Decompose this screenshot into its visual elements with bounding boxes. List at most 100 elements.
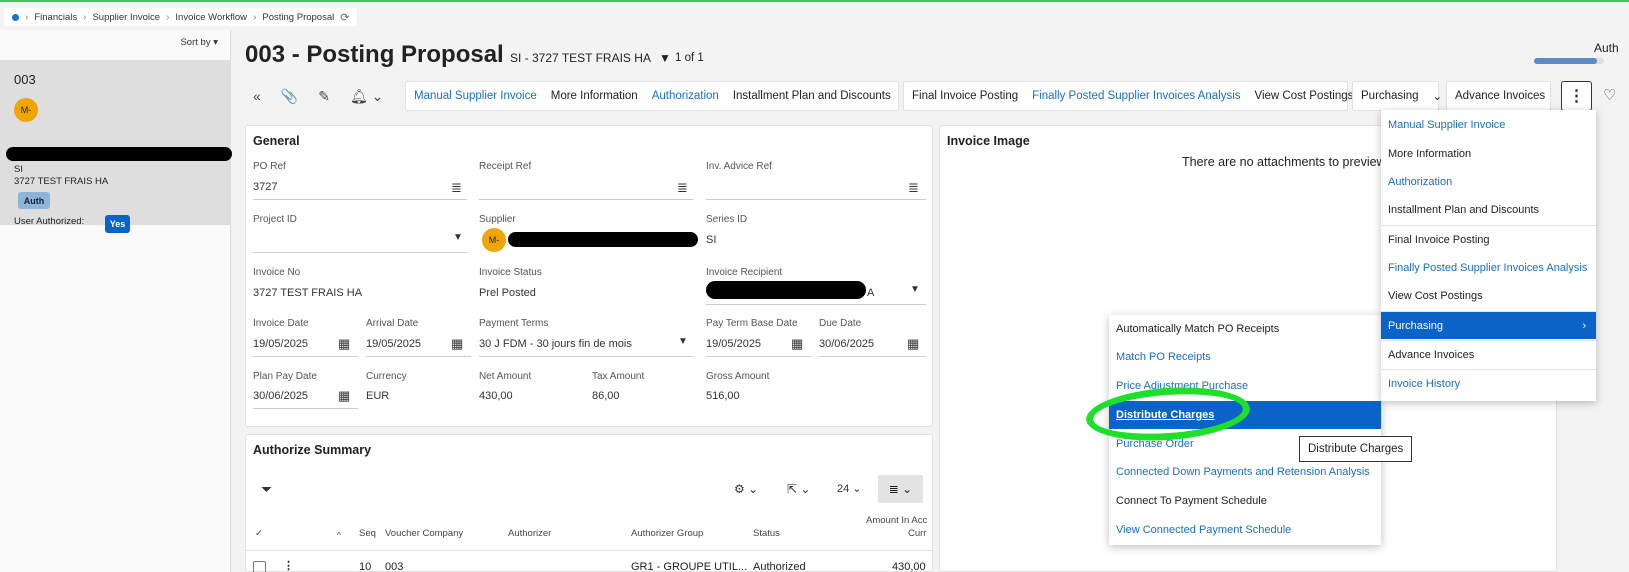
po-ref-value[interactable]: 3727 bbox=[253, 181, 277, 193]
finally-posted-analysis-button[interactable]: Finally Posted Supplier Invoices Analysi… bbox=[1032, 90, 1240, 102]
column-header[interactable]: Voucher Company bbox=[385, 528, 463, 539]
tooltip: Distribute Charges bbox=[1299, 436, 1413, 462]
column-header[interactable]: Status bbox=[753, 528, 780, 539]
caret-down-icon[interactable]: ▼ bbox=[678, 336, 688, 347]
authorization-button[interactable]: Authorization bbox=[652, 90, 719, 102]
menu-item-authorization[interactable]: Authorization bbox=[1381, 168, 1596, 196]
breadcrumb-item[interactable]: Supplier Invoice bbox=[92, 12, 160, 23]
sort-by-label: Sort by bbox=[180, 37, 211, 48]
purchasing-dropdown-button[interactable]: Purchasing ⌄ bbox=[1352, 81, 1442, 111]
invoice-status-value: Prel Posted bbox=[479, 287, 536, 299]
due-date-value: 30/06/2025 bbox=[819, 338, 875, 350]
row-checkbox[interactable] bbox=[253, 561, 266, 572]
menu-item-connect-payment-schedule[interactable]: Connect To Payment Schedule bbox=[1109, 487, 1381, 515]
list-icon[interactable]: ≣ bbox=[908, 180, 919, 196]
calendar-icon[interactable]: ▦ bbox=[791, 336, 803, 352]
calendar-icon[interactable]: ▦ bbox=[451, 336, 463, 352]
arrival-date-label: Arrival Date bbox=[366, 318, 419, 329]
plan-pay-date-value: 30/06/2025 bbox=[253, 390, 309, 402]
gear-icon[interactable]: ⚙ ⌄ bbox=[734, 482, 758, 496]
calendar-icon[interactable]: ▦ bbox=[338, 388, 350, 404]
pager: 1 of 1 bbox=[675, 52, 704, 64]
menu-item-advance-invoices[interactable]: Advance Invoices bbox=[1381, 340, 1596, 368]
bell-icon[interactable]: 🔔︎ ⌄ bbox=[350, 88, 383, 105]
select-all-checkbox[interactable]: ✓ bbox=[255, 528, 263, 539]
receipt-ref-field[interactable] bbox=[479, 176, 693, 200]
menu-item-view-cost-postings[interactable]: View Cost Postings bbox=[1381, 282, 1596, 310]
due-date-label: Due Date bbox=[819, 318, 862, 329]
menu-item-installment-plan[interactable]: Installment Plan and Discounts bbox=[1381, 196, 1596, 224]
menu-item-finally-posted-analysis[interactable]: Finally Posted Supplier Invoices Analysi… bbox=[1381, 254, 1596, 282]
caret-down-icon[interactable]: ▼ bbox=[910, 284, 920, 295]
attachment-icon[interactable]: 📎 bbox=[281, 88, 298, 105]
edit-icon[interactable]: ✎ bbox=[318, 88, 330, 105]
cell-voucher-company: 003 bbox=[385, 561, 404, 572]
icon-toolbar: « 📎 ✎ 🔔︎ ⌄ bbox=[245, 81, 397, 111]
invoice-recipient-label: Invoice Recipient bbox=[706, 267, 783, 278]
collapse-left-icon[interactable]: « bbox=[253, 88, 261, 104]
menu-item-final-invoice-posting[interactable]: Final Invoice Posting bbox=[1381, 225, 1596, 253]
column-header[interactable]: Authorizer Group bbox=[631, 528, 703, 539]
invoice-status-label: Invoice Status bbox=[479, 267, 542, 278]
final-invoice-posting-button[interactable]: Final Invoice Posting bbox=[912, 90, 1018, 102]
manual-supplier-invoice-button[interactable]: Manual Supplier Invoice bbox=[414, 90, 537, 102]
breadcrumb-item[interactable]: Invoice Workflow bbox=[175, 12, 247, 23]
refresh-icon[interactable]: ⟳ bbox=[340, 11, 349, 24]
payment-terms-value[interactable]: 30 J FDM - 30 jours fin de mois bbox=[479, 338, 632, 350]
export-icon[interactable]: ⇱ ⌄ bbox=[787, 482, 810, 496]
list-icon[interactable]: ≣ bbox=[451, 180, 462, 196]
list-icon[interactable]: ≣ bbox=[677, 180, 688, 196]
menu-item-auto-match-po-receipts[interactable]: Automatically Match PO Receipts bbox=[1109, 315, 1381, 343]
calendar-icon[interactable]: ▦ bbox=[338, 336, 350, 352]
column-header[interactable]: Amount In Acc bbox=[866, 515, 927, 526]
menu-item-view-connected-payment-schedule[interactable]: View Connected Payment Schedule bbox=[1109, 516, 1381, 544]
installment-plan-button[interactable]: Installment Plan and Discounts bbox=[733, 90, 891, 102]
cell-authorizer-group[interactable]: GR1 - GROUPE UTIL... bbox=[631, 561, 747, 572]
general-panel: General PO Ref 3727 ≣ Receipt Ref ≣ Inv.… bbox=[245, 125, 933, 427]
view-toggle-button[interactable]: ≣ ⌄ bbox=[878, 475, 923, 503]
user-authorized-badge: Yes bbox=[105, 215, 130, 233]
favorite-icon[interactable]: ♡ bbox=[1603, 86, 1616, 104]
menu-item-match-po-receipts[interactable]: Match PO Receipts bbox=[1109, 343, 1381, 371]
record-selector[interactable]: SI - 3727 TEST FRAIS HA ▼ bbox=[510, 51, 671, 65]
filter-icon[interactable]: ⏷ bbox=[261, 481, 272, 498]
avatar: M- bbox=[14, 98, 38, 122]
top-accent-line bbox=[0, 0, 1629, 2]
menu-item-invoice-history[interactable]: Invoice History bbox=[1381, 369, 1596, 397]
header-divider bbox=[246, 550, 932, 551]
advance-invoices-button[interactable]: Advance Invoices bbox=[1446, 81, 1551, 111]
menu-item-connected-down-payments[interactable]: Connected Down Payments and Retension An… bbox=[1109, 458, 1381, 486]
sort-by-button[interactable]: Sort by ▾ bbox=[180, 37, 218, 48]
menu-item-purchasing[interactable]: Purchasing › bbox=[1381, 311, 1596, 339]
view-cost-postings-button[interactable]: View Cost Postings bbox=[1255, 90, 1354, 102]
panel-title: General bbox=[253, 134, 300, 148]
breadcrumb-item[interactable]: Posting Proposal bbox=[262, 12, 334, 23]
column-header[interactable]: Curr bbox=[908, 528, 926, 539]
record-card[interactable]: 003 M- SI 3727 TEST FRAIS HA Auth User A… bbox=[0, 60, 232, 233]
project-id-field[interactable] bbox=[253, 229, 467, 253]
invoice-no-label: Invoice No bbox=[253, 267, 301, 278]
row-menu-icon[interactable]: ⋮ bbox=[283, 559, 294, 572]
breadcrumb-item[interactable]: Financials bbox=[34, 12, 77, 23]
invoice-recipient-value[interactable]: A bbox=[867, 287, 874, 299]
sort-asc-icon[interactable]: ^ bbox=[337, 531, 341, 540]
more-information-button[interactable]: More Information bbox=[551, 90, 638, 102]
record-series: SI bbox=[14, 164, 23, 175]
invoice-no-value: 3727 TEST FRAIS HA bbox=[253, 287, 363, 299]
menu-item-more-information[interactable]: More Information bbox=[1381, 140, 1596, 168]
page-size-selector[interactable]: 24 ⌄ bbox=[837, 482, 862, 495]
state-progress-fill bbox=[1534, 58, 1597, 64]
more-actions-button[interactable]: ⋮ bbox=[1561, 81, 1592, 111]
caret-down-icon[interactable]: ▼ bbox=[453, 232, 463, 243]
po-ref-field[interactable] bbox=[253, 176, 467, 200]
purchasing-label: Purchasing bbox=[1361, 90, 1419, 102]
column-header[interactable]: Seq bbox=[359, 528, 376, 539]
net-amount-value: 430,00 bbox=[479, 390, 513, 402]
cell-seq: 10 bbox=[359, 561, 372, 572]
home-dot-icon[interactable] bbox=[12, 13, 19, 21]
menu-item-manual-supplier-invoice[interactable]: Manual Supplier Invoice bbox=[1381, 111, 1596, 139]
calendar-icon[interactable]: ▦ bbox=[907, 336, 919, 352]
receipt-ref-label: Receipt Ref bbox=[479, 161, 532, 172]
inv-advice-field[interactable] bbox=[706, 176, 926, 200]
column-header[interactable]: Authorizer bbox=[508, 528, 551, 539]
